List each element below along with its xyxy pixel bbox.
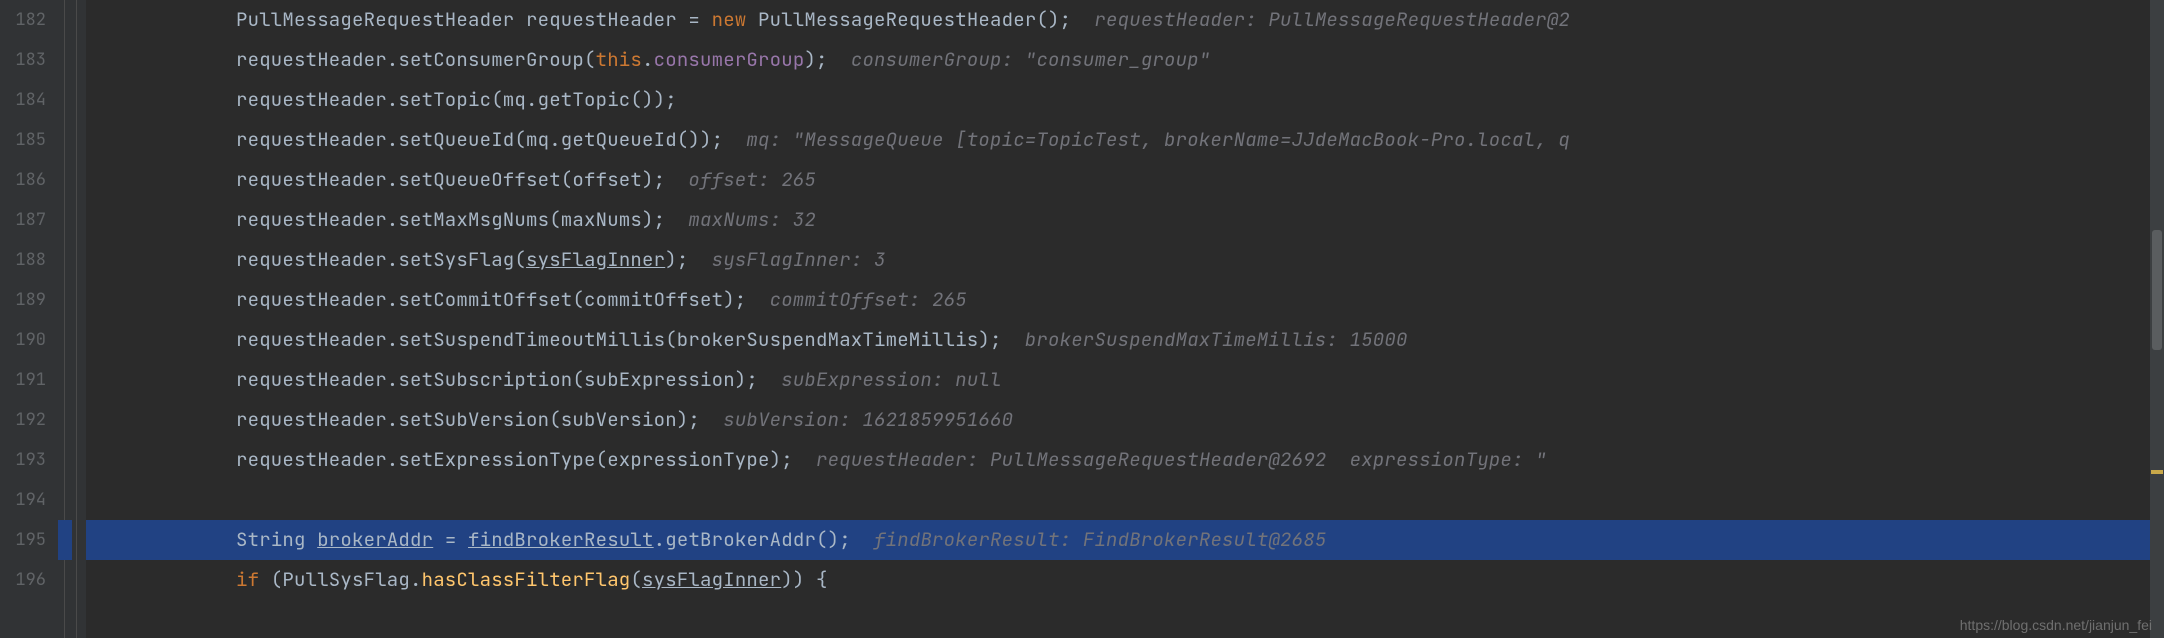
code-line[interactable]: requestHeader.setSubscription(subExpress… <box>86 360 2164 400</box>
code-line[interactable]: requestHeader.setSubVersion(subVersion);… <box>86 400 2164 440</box>
line-number: 190 <box>0 320 46 360</box>
code-text: requestHeader.setSubscription(subExpress… <box>236 367 758 392</box>
watermark-text: https://blog.csdn.net/jianjun_fei <box>1960 618 2152 632</box>
line-number: 196 <box>0 560 46 600</box>
code-text: requestHeader.setExpressionType(expressi… <box>236 447 793 472</box>
code-line[interactable]: requestHeader.setConsumerGroup(this.cons… <box>86 40 2164 80</box>
code-text: String <box>236 527 317 552</box>
inline-hint: requestHeader: PullMessageRequestHeader@… <box>1071 7 1570 32</box>
code-text: requestHeader.setQueueId(mq.getQueueId()… <box>236 127 723 152</box>
inline-hint: maxNums: 32 <box>665 207 816 232</box>
code-text: .getBrokerAddr(); <box>654 527 851 552</box>
line-number: 182 <box>0 0 46 40</box>
keyword-new: new <box>712 7 747 32</box>
code-text: requestHeader.setSuspendTimeoutMillis(br… <box>236 327 1002 352</box>
vertical-scrollbar[interactable] <box>2150 0 2164 638</box>
code-line[interactable]: requestHeader.setCommitOffset(commitOffs… <box>86 280 2164 320</box>
code-text: ); <box>665 247 688 272</box>
line-number: 194 <box>0 480 46 520</box>
code-line[interactable]: requestHeader.setSuspendTimeoutMillis(br… <box>86 320 2164 360</box>
line-number: 193 <box>0 440 46 480</box>
line-number-gutter: 182 183 184 185 186 187 188 189 190 191 … <box>0 0 58 638</box>
keyword-if: if <box>236 567 259 592</box>
fold-gutter[interactable] <box>58 0 86 638</box>
inline-hint: brokerSuspendMaxTimeMillis: 15000 <box>1002 327 1408 352</box>
variable-ref: sysFlagInner <box>642 567 781 592</box>
code-line[interactable]: requestHeader.setQueueId(mq.getQueueId()… <box>86 120 2164 160</box>
variable-ref: sysFlagInner <box>526 247 665 272</box>
line-number: 192 <box>0 400 46 440</box>
scrollbar-thumb[interactable] <box>2152 230 2162 350</box>
code-text: requestHeader.setTopic(mq.getTopic()); <box>236 87 677 112</box>
code-text: (PullSysFlag. <box>259 567 421 592</box>
line-number: 195 <box>0 520 46 560</box>
code-line[interactable]: requestHeader.setExpressionType(expressi… <box>86 440 2164 480</box>
line-number: 187 <box>0 200 46 240</box>
variable-ref: findBrokerResult <box>468 527 654 552</box>
code-text: requestHeader.setConsumerGroup( <box>236 47 596 72</box>
code-text: )) { <box>781 567 827 592</box>
warning-marker[interactable] <box>2151 470 2163 474</box>
code-line-blank[interactable] <box>86 480 2164 520</box>
code-text: . <box>642 47 654 72</box>
code-editor[interactable]: 182 183 184 185 186 187 188 189 190 191 … <box>0 0 2164 638</box>
keyword-this: this <box>596 47 642 72</box>
inline-hint: mq: "MessageQueue [topic=TopicTest, brok… <box>723 127 1570 152</box>
code-text: PullMessageRequestHeader requestHeader = <box>236 7 712 32</box>
inline-hint: commitOffset: 265 <box>746 287 966 312</box>
line-number: 183 <box>0 40 46 80</box>
line-number: 188 <box>0 240 46 280</box>
line-number: 185 <box>0 120 46 160</box>
current-line-marker <box>58 520 72 560</box>
code-line-current[interactable]: String brokerAddr = findBrokerResult.get… <box>86 520 2164 560</box>
code-text: requestHeader.setSysFlag( <box>236 247 526 272</box>
line-number: 186 <box>0 160 46 200</box>
code-text: PullMessageRequestHeader(); <box>746 7 1071 32</box>
code-text: requestHeader.setMaxMsgNums(maxNums); <box>236 207 665 232</box>
code-text: ( <box>630 567 642 592</box>
code-text: requestHeader.setSubVersion(subVersion); <box>236 407 700 432</box>
inline-hint: findBrokerResult: FindBrokerResult@2685 <box>851 527 1327 552</box>
line-number: 189 <box>0 280 46 320</box>
code-text: ); <box>804 47 827 72</box>
inline-hint: requestHeader: PullMessageRequestHeader@… <box>793 447 1547 472</box>
code-area[interactable]: PullMessageRequestHeader requestHeader =… <box>86 0 2164 638</box>
code-line[interactable]: PullMessageRequestHeader requestHeader =… <box>86 0 2164 40</box>
field-ref: consumerGroup <box>654 47 805 72</box>
line-number: 191 <box>0 360 46 400</box>
inline-hint: subExpression: null <box>758 367 1002 392</box>
code-line[interactable]: requestHeader.setTopic(mq.getTopic()); <box>86 80 2164 120</box>
inline-hint: offset: 265 <box>665 167 816 192</box>
line-number: 184 <box>0 80 46 120</box>
variable-decl: brokerAddr <box>317 527 433 552</box>
code-line[interactable]: requestHeader.setQueueOffset(offset); of… <box>86 160 2164 200</box>
code-text: = <box>433 527 468 552</box>
code-line[interactable]: if (PullSysFlag.hasClassFilterFlag(sysFl… <box>86 560 2164 600</box>
code-line[interactable]: requestHeader.setMaxMsgNums(maxNums); ma… <box>86 200 2164 240</box>
code-line[interactable]: requestHeader.setSysFlag(sysFlagInner); … <box>86 240 2164 280</box>
code-text: requestHeader.setQueueOffset(offset); <box>236 167 665 192</box>
inline-hint: sysFlagInner: 3 <box>688 247 885 272</box>
code-text: requestHeader.setCommitOffset(commitOffs… <box>236 287 746 312</box>
inline-hint: consumerGroup: "consumer_group" <box>828 47 1211 72</box>
static-method: hasClassFilterFlag <box>422 567 631 592</box>
fold-guide <box>76 0 77 638</box>
inline-hint: subVersion: 1621859951660 <box>700 407 1013 432</box>
